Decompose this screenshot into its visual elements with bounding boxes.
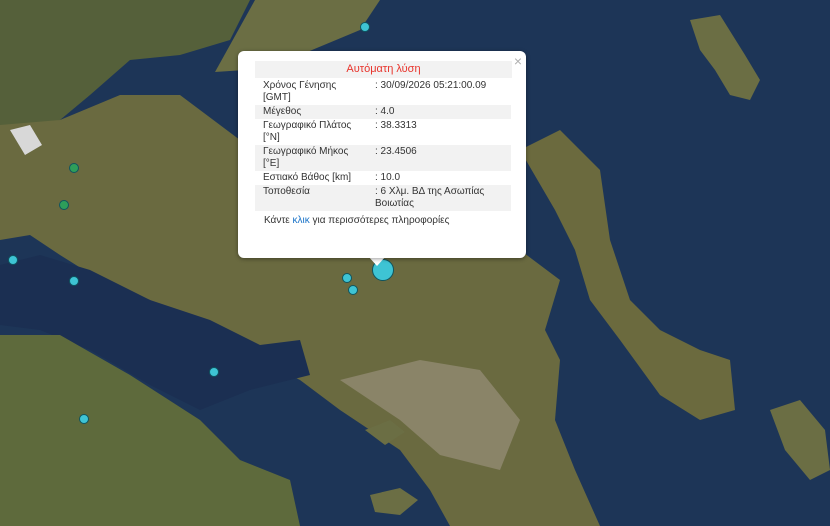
row-label: Εστιακό Βάθος [km] <box>263 172 352 183</box>
row-value: : 23.4506 <box>367 145 511 171</box>
popup-title: Αυτόματη λύση <box>255 61 512 78</box>
quake-marker[interactable] <box>360 22 370 32</box>
quake-marker[interactable] <box>342 273 352 283</box>
more-info-link[interactable]: κλικ <box>293 215 310 226</box>
row-label: Χρόνος Γένησης [GMT] <box>263 80 337 103</box>
row-value: : 38.3313 <box>375 120 417 131</box>
row-label: Γεωγραφικό Μήκος [°E] <box>255 145 367 171</box>
quake-marker[interactable] <box>348 285 358 295</box>
row-value: : 10.0 <box>375 172 401 183</box>
quake-marker[interactable] <box>209 367 219 377</box>
more-info-text: Κάντε κλικ για περισσότερες πληροφορίες <box>255 215 512 226</box>
table-row: Γεωγραφικό Μήκος [°E] : 23.4506 <box>255 145 511 171</box>
table-row: Εστιακό Βάθος [km] : 10.0 <box>255 171 511 185</box>
row-label: Γεωγραφικό Πλάτος [°N] <box>263 120 352 143</box>
row-value: : 6 Χλμ. ΒΔ της Ασωπίας Βοιωτίας <box>367 185 511 211</box>
table-row: Χρόνος Γένησης [GMT] : 30/09/2026 05:21:… <box>255 79 511 105</box>
close-icon[interactable]: × <box>514 53 522 69</box>
quake-marker[interactable] <box>59 200 69 210</box>
row-value: : 4.0 <box>367 105 511 119</box>
quake-marker[interactable] <box>8 255 18 265</box>
row-value: : 30/09/2026 05:21:00.09 <box>375 80 487 91</box>
table-row: Τοποθεσία : 6 Χλμ. ΒΔ της Ασωπίας Βοιωτί… <box>255 185 511 211</box>
more-suffix: για περισσότερες πληροφορίες <box>309 215 450 226</box>
row-label: Μέγεθος <box>255 105 367 119</box>
row-label: Τοποθεσία <box>255 185 367 211</box>
table-row: Μέγεθος : 4.0 <box>255 105 511 119</box>
quake-marker[interactable] <box>69 276 79 286</box>
earthquake-details-table: Χρόνος Γένησης [GMT] : 30/09/2026 05:21:… <box>255 79 511 211</box>
quake-marker[interactable] <box>69 163 79 173</box>
more-prefix: Κάντε <box>264 215 293 226</box>
quake-marker[interactable] <box>79 414 89 424</box>
earthquake-info-popup: × Αυτόματη λύση Χρόνος Γένησης [GMT] : 3… <box>238 51 526 258</box>
table-row: Γεωγραφικό Πλάτος [°N] : 38.3313 <box>255 119 511 145</box>
